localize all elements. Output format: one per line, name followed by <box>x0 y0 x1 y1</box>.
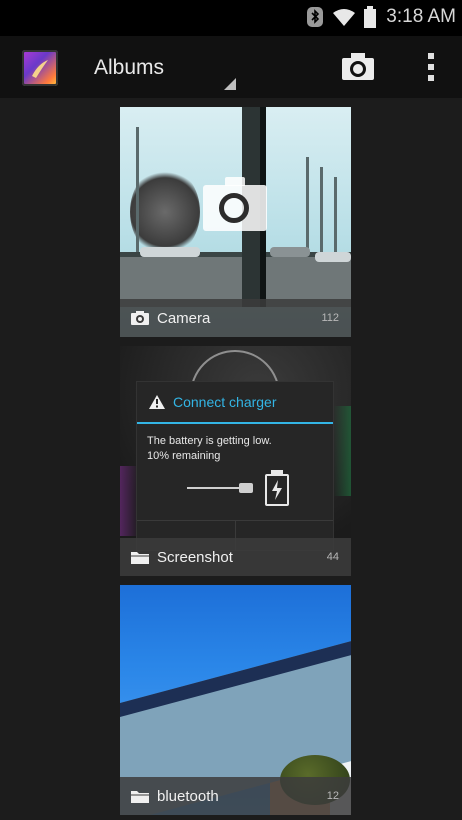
battery-icon <box>364 6 377 28</box>
folder-icon <box>131 552 149 564</box>
album-tile-camera[interactable]: Camera 112 <box>120 107 351 337</box>
album-count: 112 <box>321 312 339 324</box>
album-name: Camera <box>157 309 211 327</box>
dialog-body-line: 10% remaining <box>147 450 221 462</box>
gallery-app-icon[interactable] <box>22 50 58 86</box>
charger-cable-icon <box>187 487 247 489</box>
action-bar: Albums <box>0 36 462 98</box>
album-count: 12 <box>326 790 339 802</box>
low-battery-dialog: Connect charger The battery is getting l… <box>136 381 334 551</box>
page-title: Albums <box>94 56 165 79</box>
album-caption: Screenshot 44 <box>120 538 351 576</box>
bluetooth-icon <box>307 7 324 27</box>
album-count: 44 <box>326 551 339 563</box>
camera-overlay-icon <box>203 177 267 231</box>
album-tile-bluetooth[interactable]: bluetooth 12 <box>120 585 351 815</box>
camera-icon <box>131 311 149 325</box>
warning-icon <box>149 395 165 409</box>
album-name: bluetooth <box>157 787 219 805</box>
overflow-menu-icon[interactable] <box>420 50 442 84</box>
album-tile-screenshot[interactable]: Connect charger The battery is getting l… <box>120 346 351 576</box>
status-time: 3:18 AM <box>386 6 456 27</box>
wifi-icon <box>333 9 356 26</box>
camera-icon[interactable] <box>340 50 376 84</box>
album-caption: Camera 112 <box>120 299 351 337</box>
album-name: Screenshot <box>157 548 233 566</box>
album-spinner[interactable]: Albums <box>94 46 238 90</box>
dialog-title: Connect charger <box>173 394 277 410</box>
status-bar: 3:18 AM <box>0 0 462 36</box>
folder-icon <box>131 791 149 803</box>
album-caption: bluetooth 12 <box>120 777 351 815</box>
spinner-arrow-icon <box>224 78 236 90</box>
albums-grid: Camera 112 Connect charger The battery i… <box>0 98 462 820</box>
dialog-body-line: The battery is getting low. <box>147 435 272 447</box>
